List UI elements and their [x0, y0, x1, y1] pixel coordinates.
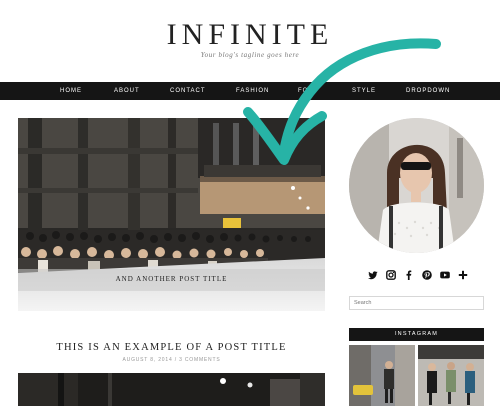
- avatar-photo: [349, 118, 484, 253]
- social-links: [368, 270, 468, 282]
- instagram-heading: INSTAGRAM: [349, 328, 484, 341]
- nav-item-style[interactable]: STYLE: [352, 82, 376, 100]
- blog-title[interactable]: INFINITE: [0, 18, 500, 52]
- facebook-icon[interactable]: [404, 270, 414, 280]
- instagram-photo-2[interactable]: [418, 345, 484, 406]
- blog-tagline: Your blog's tagline goes here: [200, 51, 300, 59]
- pinterest-icon[interactable]: [422, 270, 432, 280]
- featured-post-title[interactable]: AND ANOTHER POST TITLE: [18, 275, 325, 283]
- nav-item-home[interactable]: HOME: [60, 82, 82, 100]
- nav-item-fo[interactable]: FO: [298, 82, 308, 100]
- featured-post[interactable]: AND ANOTHER POST TITLE: [18, 118, 325, 311]
- main-nav: HOME ABOUT CONTACT FASHION FO STYLE DROP…: [0, 82, 500, 100]
- nav-item-fashion[interactable]: FASHION: [236, 82, 269, 100]
- nav-item-dropdown[interactable]: DROPDOWN: [406, 82, 450, 100]
- youtube-icon[interactable]: [440, 270, 450, 280]
- instagram-icon[interactable]: [386, 270, 396, 280]
- post-thumbnail: [18, 373, 325, 406]
- instagram-thumbnail: [349, 345, 415, 406]
- profile-avatar: [349, 118, 484, 253]
- twitter-icon[interactable]: [368, 270, 378, 280]
- post-title[interactable]: THIS IS AN EXAMPLE OF A POST TITLE: [18, 342, 325, 353]
- post-meta: AUGUST 8, 2014 / 3 COMMENTS: [122, 357, 221, 363]
- search-input[interactable]: [349, 296, 484, 310]
- instagram-photo-1[interactable]: [349, 345, 415, 406]
- nav-item-contact[interactable]: CONTACT: [170, 82, 206, 100]
- plus-icon[interactable]: [458, 270, 468, 280]
- nav-item-about[interactable]: ABOUT: [114, 82, 140, 100]
- featured-title-band: AND ANOTHER POST TITLE: [18, 269, 325, 291]
- instagram-thumbnail: [418, 345, 484, 406]
- post-image[interactable]: [18, 373, 325, 406]
